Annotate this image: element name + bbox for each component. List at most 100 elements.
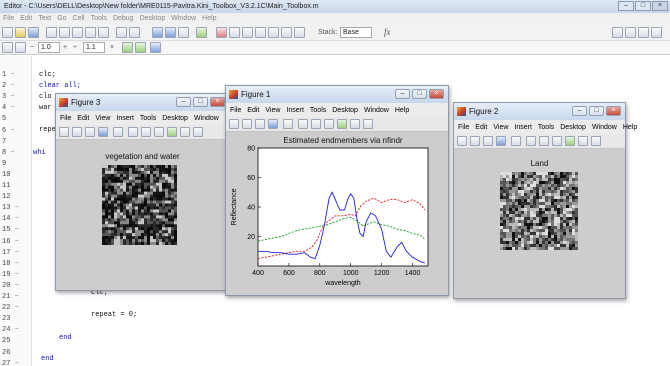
zoom-out-icon[interactable] — [539, 136, 549, 146]
line-marker[interactable]: − — [6, 127, 14, 135]
divide-button[interactable]: ÷ — [73, 42, 77, 53]
arrow-icon[interactable] — [511, 136, 521, 146]
line-marker[interactable]: − — [10, 215, 19, 223]
split-layout-icon[interactable] — [625, 27, 636, 38]
undo-icon[interactable] — [85, 27, 96, 38]
minimize-button[interactable]: – — [618, 1, 634, 11]
print-icon[interactable] — [98, 127, 108, 137]
line-marker[interactable]: − — [10, 304, 19, 312]
figure2-menu-edit[interactable]: Edit — [475, 121, 487, 134]
pan-icon[interactable] — [552, 136, 562, 146]
times-button[interactable]: × — [110, 42, 114, 53]
minus-button[interactable]: − — [30, 42, 34, 53]
editor-menu-window[interactable]: Window — [171, 13, 196, 24]
open-icon[interactable] — [72, 127, 82, 137]
figure2-menu-file[interactable]: File — [458, 121, 469, 134]
figure2-window[interactable]: Figure 2 – □ × File Edit View Insert Tools De… — [453, 102, 637, 299]
line-marker[interactable]: − — [10, 326, 19, 334]
line-marker[interactable]: − — [10, 238, 19, 246]
figure3-menu-tools[interactable]: Tools — [140, 112, 156, 125]
line-marker[interactable]: − — [10, 260, 19, 268]
navigate-forward-icon[interactable] — [165, 27, 176, 38]
line-marker[interactable]: − — [6, 104, 14, 112]
find-icon[interactable] — [129, 27, 140, 38]
line-marker[interactable]: − — [6, 149, 14, 157]
figure2-menu-help[interactable]: Help — [623, 121, 637, 134]
close-button[interactable]: × — [210, 97, 225, 107]
figure3-menu-window[interactable]: Window — [194, 112, 219, 125]
cell-eval-icon[interactable] — [15, 42, 26, 53]
arrow-icon[interactable] — [283, 119, 293, 129]
figure2-menu-desktop[interactable]: Desktop — [560, 121, 586, 134]
maximize-button[interactable]: □ — [412, 89, 427, 99]
save-icon[interactable] — [28, 27, 39, 38]
line-marker[interactable]: − — [10, 249, 19, 257]
zoom-in-icon[interactable] — [298, 119, 308, 129]
open-icon[interactable] — [242, 119, 252, 129]
brush-icon[interactable] — [193, 127, 203, 137]
open-icon[interactable] — [470, 136, 480, 146]
data-cursor-icon[interactable] — [180, 127, 190, 137]
maximize-button[interactable]: □ — [193, 97, 208, 107]
minimize-button[interactable]: – — [395, 89, 410, 99]
editor-menu-cell[interactable]: Cell — [73, 13, 85, 24]
plus-button[interactable]: + — [63, 42, 67, 53]
maximize-button[interactable]: □ — [635, 1, 651, 11]
arrow-icon[interactable] — [113, 127, 123, 137]
figure2-menu-window[interactable]: Window — [592, 121, 617, 134]
figure3-menu-file[interactable]: File — [60, 112, 71, 125]
navigate-back-icon[interactable] — [152, 27, 163, 38]
editor-menu-debug[interactable]: Debug — [113, 13, 134, 24]
editor-menu-tools[interactable]: Tools — [91, 13, 107, 24]
line-marker[interactable]: − — [6, 93, 14, 101]
tile-layout-icon[interactable] — [612, 27, 623, 38]
run-icon[interactable] — [196, 27, 207, 38]
maximize-button[interactable]: □ — [589, 106, 604, 116]
figure3-menu-view[interactable]: View — [95, 112, 110, 125]
rotate-icon[interactable] — [565, 136, 575, 146]
print-icon[interactable] — [116, 27, 127, 38]
editor-menu-text[interactable]: Text — [38, 13, 51, 24]
clear-breakpoints-icon[interactable] — [229, 27, 240, 38]
minimize-button[interactable]: – — [176, 97, 191, 107]
horizontal-layout-icon[interactable] — [638, 27, 649, 38]
open-file-icon[interactable] — [15, 27, 26, 38]
cell-value-a-input[interactable]: 1.0 — [38, 42, 60, 53]
figure2-menu-tools[interactable]: Tools — [538, 121, 554, 134]
redo-icon[interactable] — [98, 27, 109, 38]
brush-icon[interactable] — [591, 136, 601, 146]
save-icon[interactable] — [483, 136, 493, 146]
editor-menu-go[interactable]: Go — [57, 13, 66, 24]
show-cell-titles-icon[interactable] — [150, 42, 161, 53]
editor-menu-help[interactable]: Help — [202, 13, 216, 24]
pan-icon[interactable] — [324, 119, 334, 129]
minimize-button[interactable]: – — [572, 106, 587, 116]
editor-menu-file[interactable]: File — [3, 13, 14, 24]
editor-menu-desktop[interactable]: Desktop — [140, 13, 166, 24]
zoom-in-icon[interactable] — [526, 136, 536, 146]
figure3-menu-desktop[interactable]: Desktop — [162, 112, 188, 125]
exit-debug-icon[interactable] — [294, 27, 305, 38]
line-marker[interactable]: − — [10, 226, 19, 234]
save-icon[interactable] — [255, 119, 265, 129]
figure3-menu-insert[interactable]: Insert — [116, 112, 134, 125]
figure3-menu-edit[interactable]: Edit — [77, 112, 89, 125]
figure1-menu-view[interactable]: View — [265, 104, 280, 117]
zoom-in-icon[interactable] — [128, 127, 138, 137]
editor-menu-edit[interactable]: Edit — [20, 13, 32, 24]
step-icon[interactable] — [242, 27, 253, 38]
line-marker[interactable]: − — [6, 82, 14, 90]
figure1-menu-desktop[interactable]: Desktop — [332, 104, 358, 117]
line-marker[interactable]: − — [10, 204, 19, 212]
line-marker[interactable]: − — [10, 360, 19, 366]
step-out-icon[interactable] — [268, 27, 279, 38]
data-cursor-icon[interactable] — [578, 136, 588, 146]
new-file-icon[interactable] — [2, 27, 13, 38]
line-marker[interactable]: − — [6, 71, 14, 79]
pan-icon[interactable] — [154, 127, 164, 137]
cell-mode-icon[interactable] — [2, 42, 13, 53]
line-marker[interactable]: − — [10, 293, 19, 301]
cut-icon[interactable] — [46, 27, 57, 38]
cell-run-icon[interactable] — [122, 42, 133, 53]
figure3-window[interactable]: Figure 3 – □ × File Edit View Insert Tools De… — [55, 93, 239, 291]
